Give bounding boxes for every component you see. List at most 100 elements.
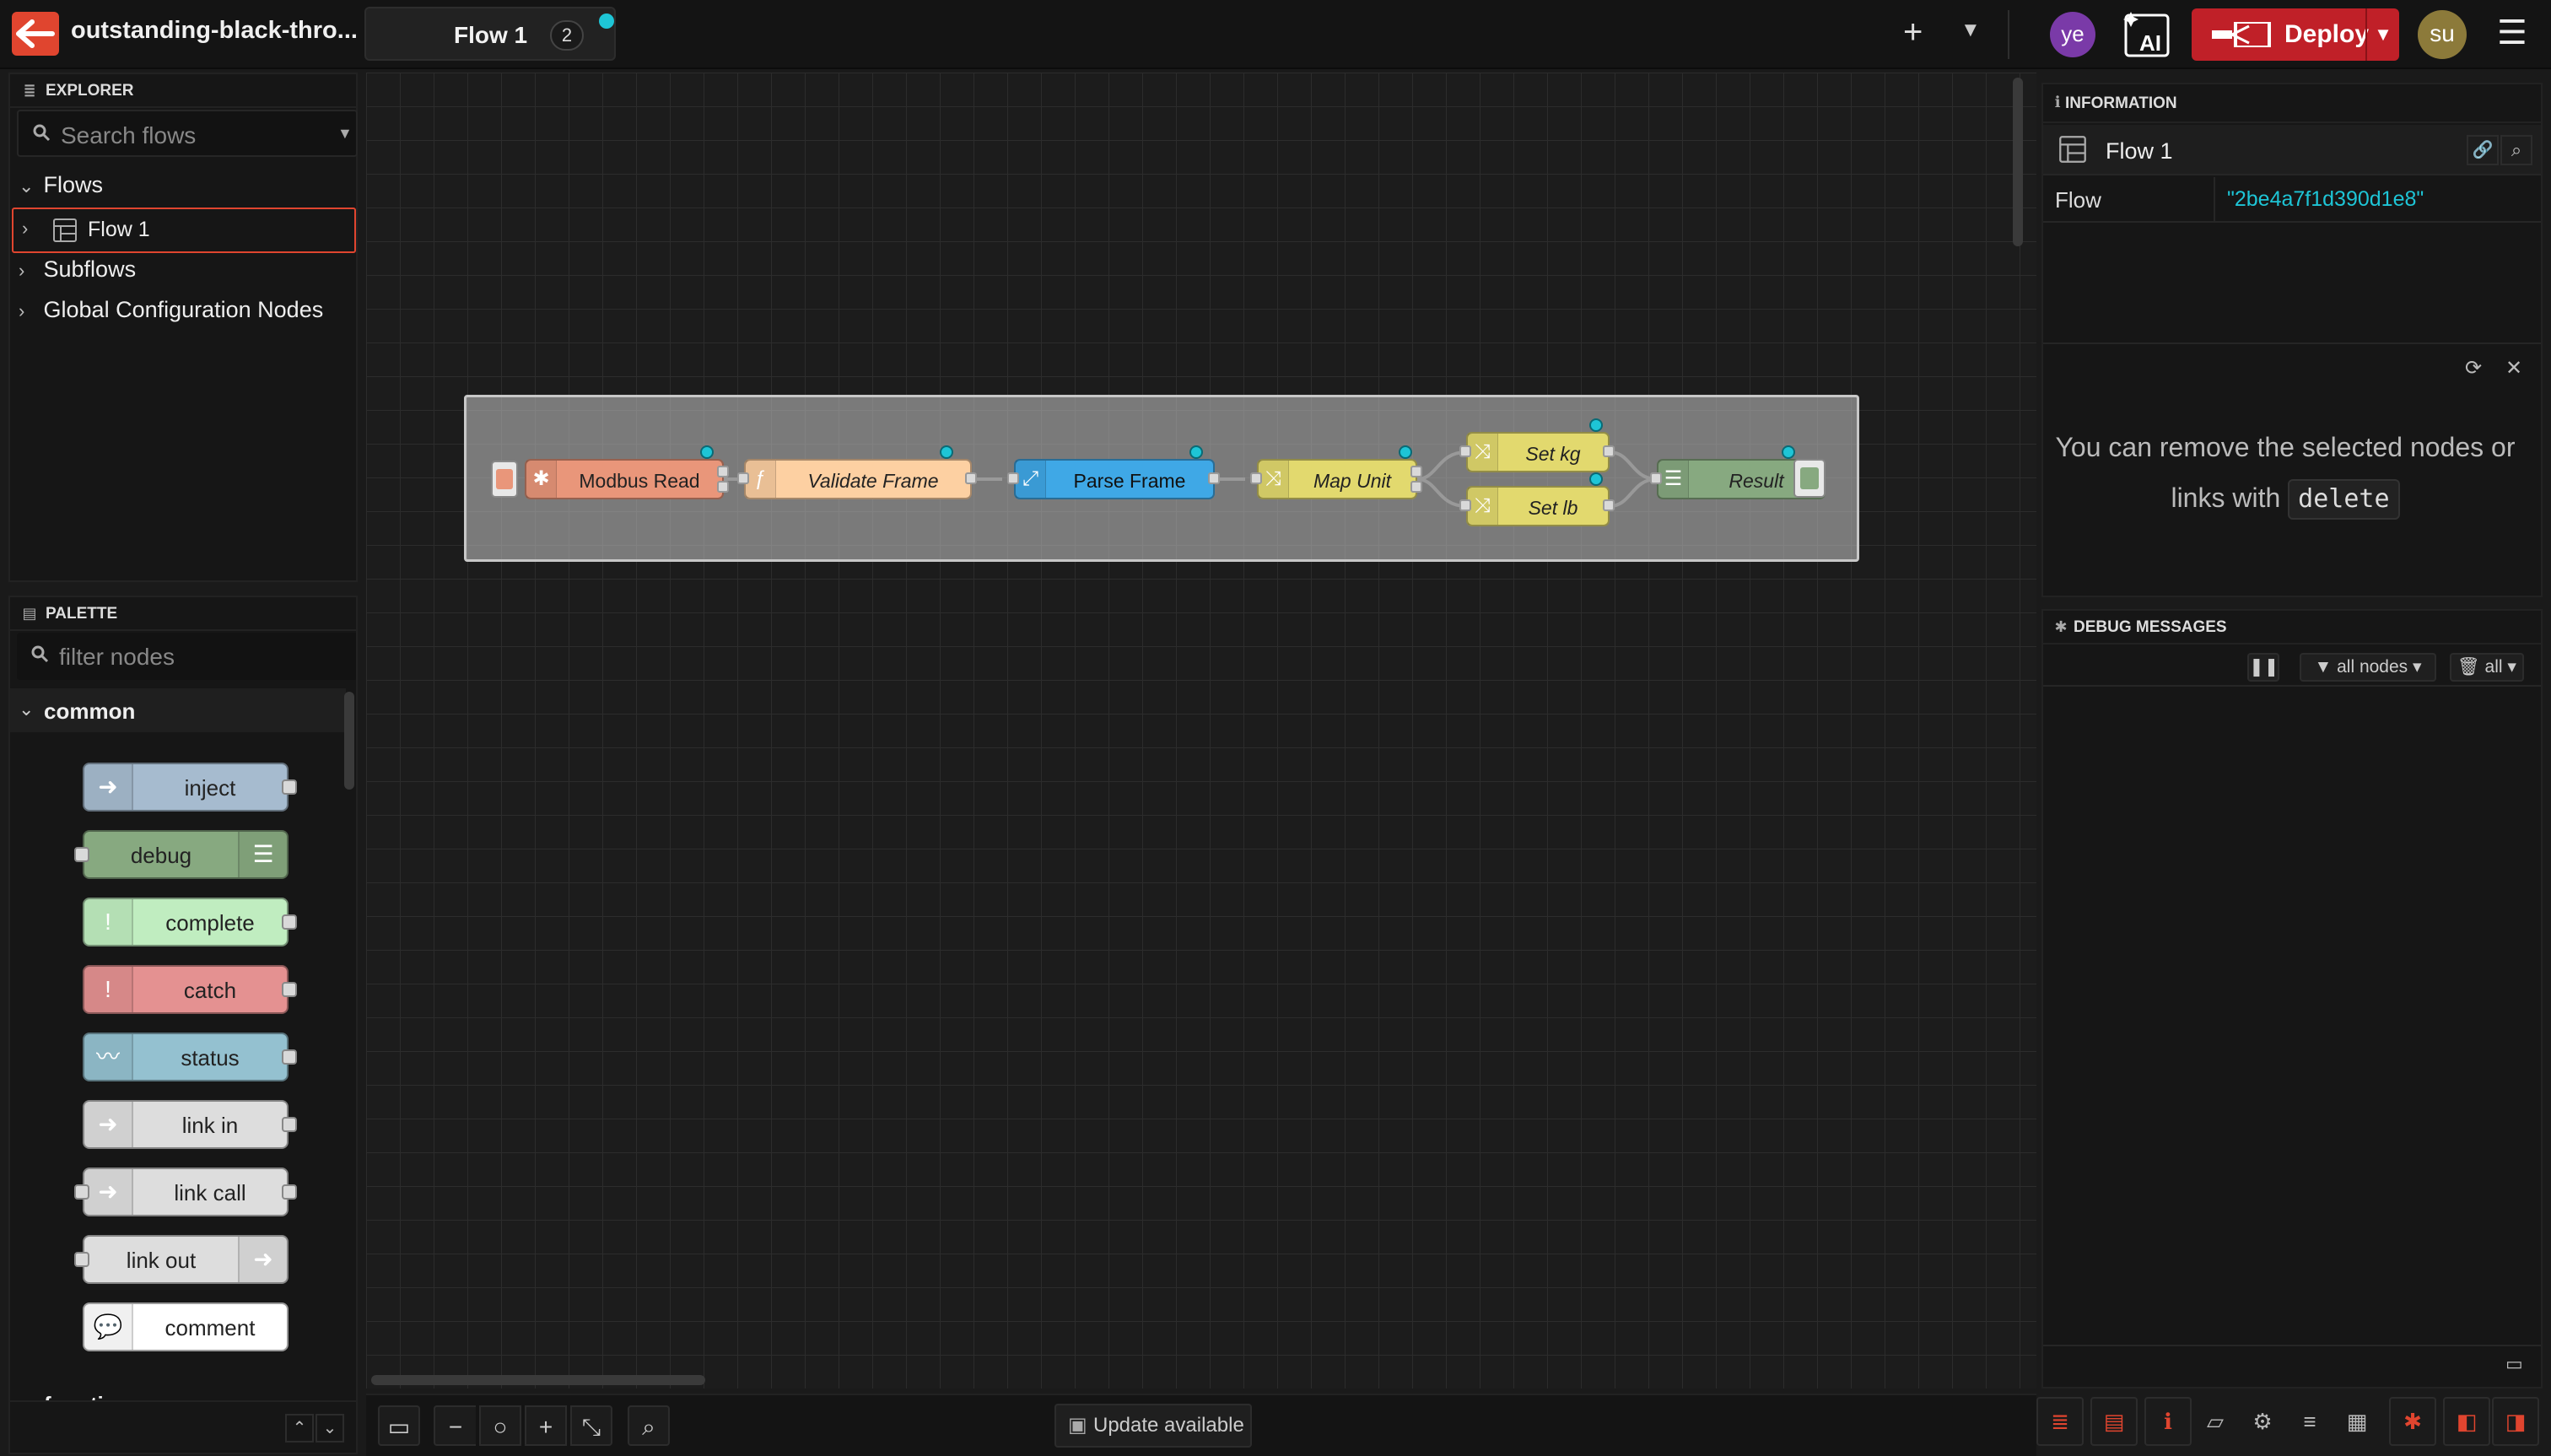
app-logo-icon[interactable] [12, 12, 59, 56]
explorer-toggle-icon[interactable]: ≣ [2036, 1397, 2084, 1446]
expand-all-icon[interactable]: ⌄ [316, 1414, 344, 1443]
wire[interactable] [1416, 450, 1467, 481]
wire[interactable] [1609, 477, 1658, 508]
main-menu-icon[interactable]: ☰ [2497, 13, 2527, 52]
deploy-options-chevron-down-icon[interactable]: ▼ [2365, 8, 2399, 61]
output-port[interactable] [1603, 445, 1615, 457]
flow-node-validate-frame[interactable]: ƒ Validate Frame [744, 459, 972, 499]
palette-node-status[interactable]: 〰 status [83, 1033, 297, 1081]
tree-flows[interactable]: ⌄ Flows [19, 172, 103, 198]
output-port [282, 1049, 297, 1065]
palette-node-complete[interactable]: ! complete [83, 898, 297, 946]
palette-node-catch[interactable]: ! catch [83, 965, 297, 1014]
tree-global-config[interactable]: › Global Configuration Nodes [19, 297, 323, 323]
flow-list-chevron-down-icon[interactable]: ▼ [1960, 19, 1981, 42]
palette-category-common[interactable]: ⌄ common [10, 688, 346, 732]
zoom-fit-icon[interactable]: ⤡ [570, 1405, 612, 1446]
config-gear-icon[interactable]: ⚙ [2239, 1397, 2286, 1446]
palette-toggle-icon[interactable]: ▤ [2090, 1397, 2138, 1446]
node-changed-dot [1589, 418, 1603, 432]
chevron-right-icon: › [19, 260, 25, 281]
debug-bug-icon[interactable]: ✱ [2389, 1397, 2436, 1446]
flow-node-map-unit[interactable]: ⤨ Map Unit [1257, 459, 1417, 499]
search-chevron-down-icon[interactable]: ▼ [337, 125, 353, 143]
navigator-map-icon[interactable]: ▭ [378, 1405, 420, 1446]
palette-node-link-out[interactable]: ➜ link out [74, 1235, 289, 1284]
user-avatar[interactable]: su [2418, 10, 2467, 59]
palette-node-link-in[interactable]: ➜ link in [83, 1100, 297, 1149]
palette-node-comment[interactable]: 💬 comment [83, 1302, 289, 1351]
zoom-out-icon[interactable]: − [434, 1405, 476, 1446]
link-icon[interactable]: 🔗 [2467, 135, 2499, 165]
delete-key-badge: delete [2288, 479, 2400, 520]
input-port[interactable] [1650, 472, 1662, 484]
output-port [282, 779, 297, 795]
refresh-icon[interactable]: ⟳ [2465, 356, 2482, 380]
info-toggle-icon[interactable]: ℹ [2144, 1397, 2192, 1446]
avatar[interactable]: ye [2050, 12, 2095, 57]
tab-flow-1[interactable]: Flow 1 2 [364, 7, 616, 61]
collapse-all-icon[interactable]: ⌃ [285, 1414, 314, 1443]
node-type-icon: ☰ [1658, 461, 1689, 498]
input-port[interactable] [1250, 472, 1262, 484]
output-port[interactable] [717, 481, 729, 493]
debug-toggle-button[interactable] [1793, 459, 1826, 498]
output-port[interactable] [1410, 481, 1422, 493]
node-changed-dot [940, 445, 953, 459]
output-port[interactable] [1603, 499, 1615, 511]
debug-header: ✱ DEBUG MESSAGES [2043, 611, 2541, 644]
info-row-label: Flow [2055, 187, 2101, 213]
palette-node-label: catch [183, 978, 237, 1003]
update-available-button[interactable]: ▣ Update available [1054, 1404, 1252, 1448]
node-type-icon: ⤢ [1016, 461, 1046, 498]
zoom-reset-icon[interactable]: ○ [479, 1405, 521, 1446]
flow-node-parse-frame[interactable]: ⤢ Parse Frame [1014, 459, 1215, 499]
output-port[interactable] [1208, 472, 1220, 484]
flow-node-set-kg[interactable]: ⤨ Set kg [1466, 432, 1610, 472]
tree-subflows[interactable]: › Subflows [19, 256, 136, 283]
palette-node-debug[interactable]: ☰ debug [74, 830, 289, 879]
ai-label: AI [2139, 30, 2161, 56]
link-call-icon: ➜ [84, 1169, 133, 1215]
palette-node-label: inject [184, 775, 236, 801]
toggle-left-sidebar-icon[interactable]: ◧ [2443, 1397, 2490, 1446]
node-trigger-button[interactable] [491, 461, 518, 498]
output-port[interactable] [717, 466, 729, 477]
tree-item-flow-1[interactable]: › Flow 1 [12, 208, 356, 253]
flow-node-modbus-read[interactable]: ✱ Modbus Read [525, 459, 724, 499]
context-data-icon[interactable]: ≡ [2286, 1397, 2333, 1446]
close-icon[interactable]: ✕ [2505, 356, 2522, 380]
palette-node-inject[interactable]: ➜ inject [83, 763, 297, 812]
input-port[interactable] [1459, 499, 1471, 511]
pause-icon[interactable]: ❚❚ [2247, 653, 2279, 682]
filter-nodes-dropdown[interactable]: ▼ all nodes ▾ [2300, 653, 2436, 682]
add-flow-icon[interactable]: + [1903, 13, 1923, 51]
divider [2043, 685, 2541, 687]
output-port [282, 1117, 297, 1132]
canvas-horizontal-scrollbar[interactable] [371, 1375, 705, 1385]
output-port[interactable] [965, 472, 977, 484]
zoom-in-icon[interactable]: + [525, 1405, 567, 1446]
search-icon[interactable]: ⌕ [2500, 135, 2532, 165]
ai-assistant-icon[interactable]: AI [2122, 8, 2175, 59]
input-port[interactable] [1459, 445, 1471, 457]
input-port[interactable] [737, 472, 749, 484]
flow-node-set-lb[interactable]: ⤨ Set lb [1466, 486, 1610, 526]
monitor-icon[interactable]: ▭ [2505, 1353, 2523, 1375]
flow-workspace-canvas[interactable]: ✱ Modbus Read ƒ Validate Frame ⤢ Parse Frame ⤨… [366, 73, 2036, 1389]
canvas-vertical-scrollbar[interactable] [2013, 78, 2023, 246]
toggle-right-sidebar-icon[interactable]: ◨ [2492, 1397, 2539, 1446]
info-flow-name: Flow 1 [2106, 138, 2173, 164]
search-flows-input[interactable]: Search flows ▼ [17, 110, 358, 157]
help-book-icon[interactable]: ▱ [2192, 1397, 2239, 1446]
search-canvas-icon[interactable]: ⌕ [628, 1405, 670, 1446]
output-port[interactable] [1410, 466, 1422, 477]
palette-scrollbar[interactable] [344, 692, 354, 790]
filter-nodes-input[interactable]: filter nodes [17, 633, 356, 680]
palette-node-link-call[interactable]: ➜ link call [74, 1167, 297, 1216]
input-port[interactable] [1007, 472, 1019, 484]
dashboard-icon[interactable]: ▦ [2333, 1397, 2381, 1446]
palette-node-label: link out [126, 1248, 197, 1273]
wires-layer [724, 450, 1658, 508]
clear-messages-dropdown[interactable]: 🗑 all ▾ [2450, 653, 2524, 682]
